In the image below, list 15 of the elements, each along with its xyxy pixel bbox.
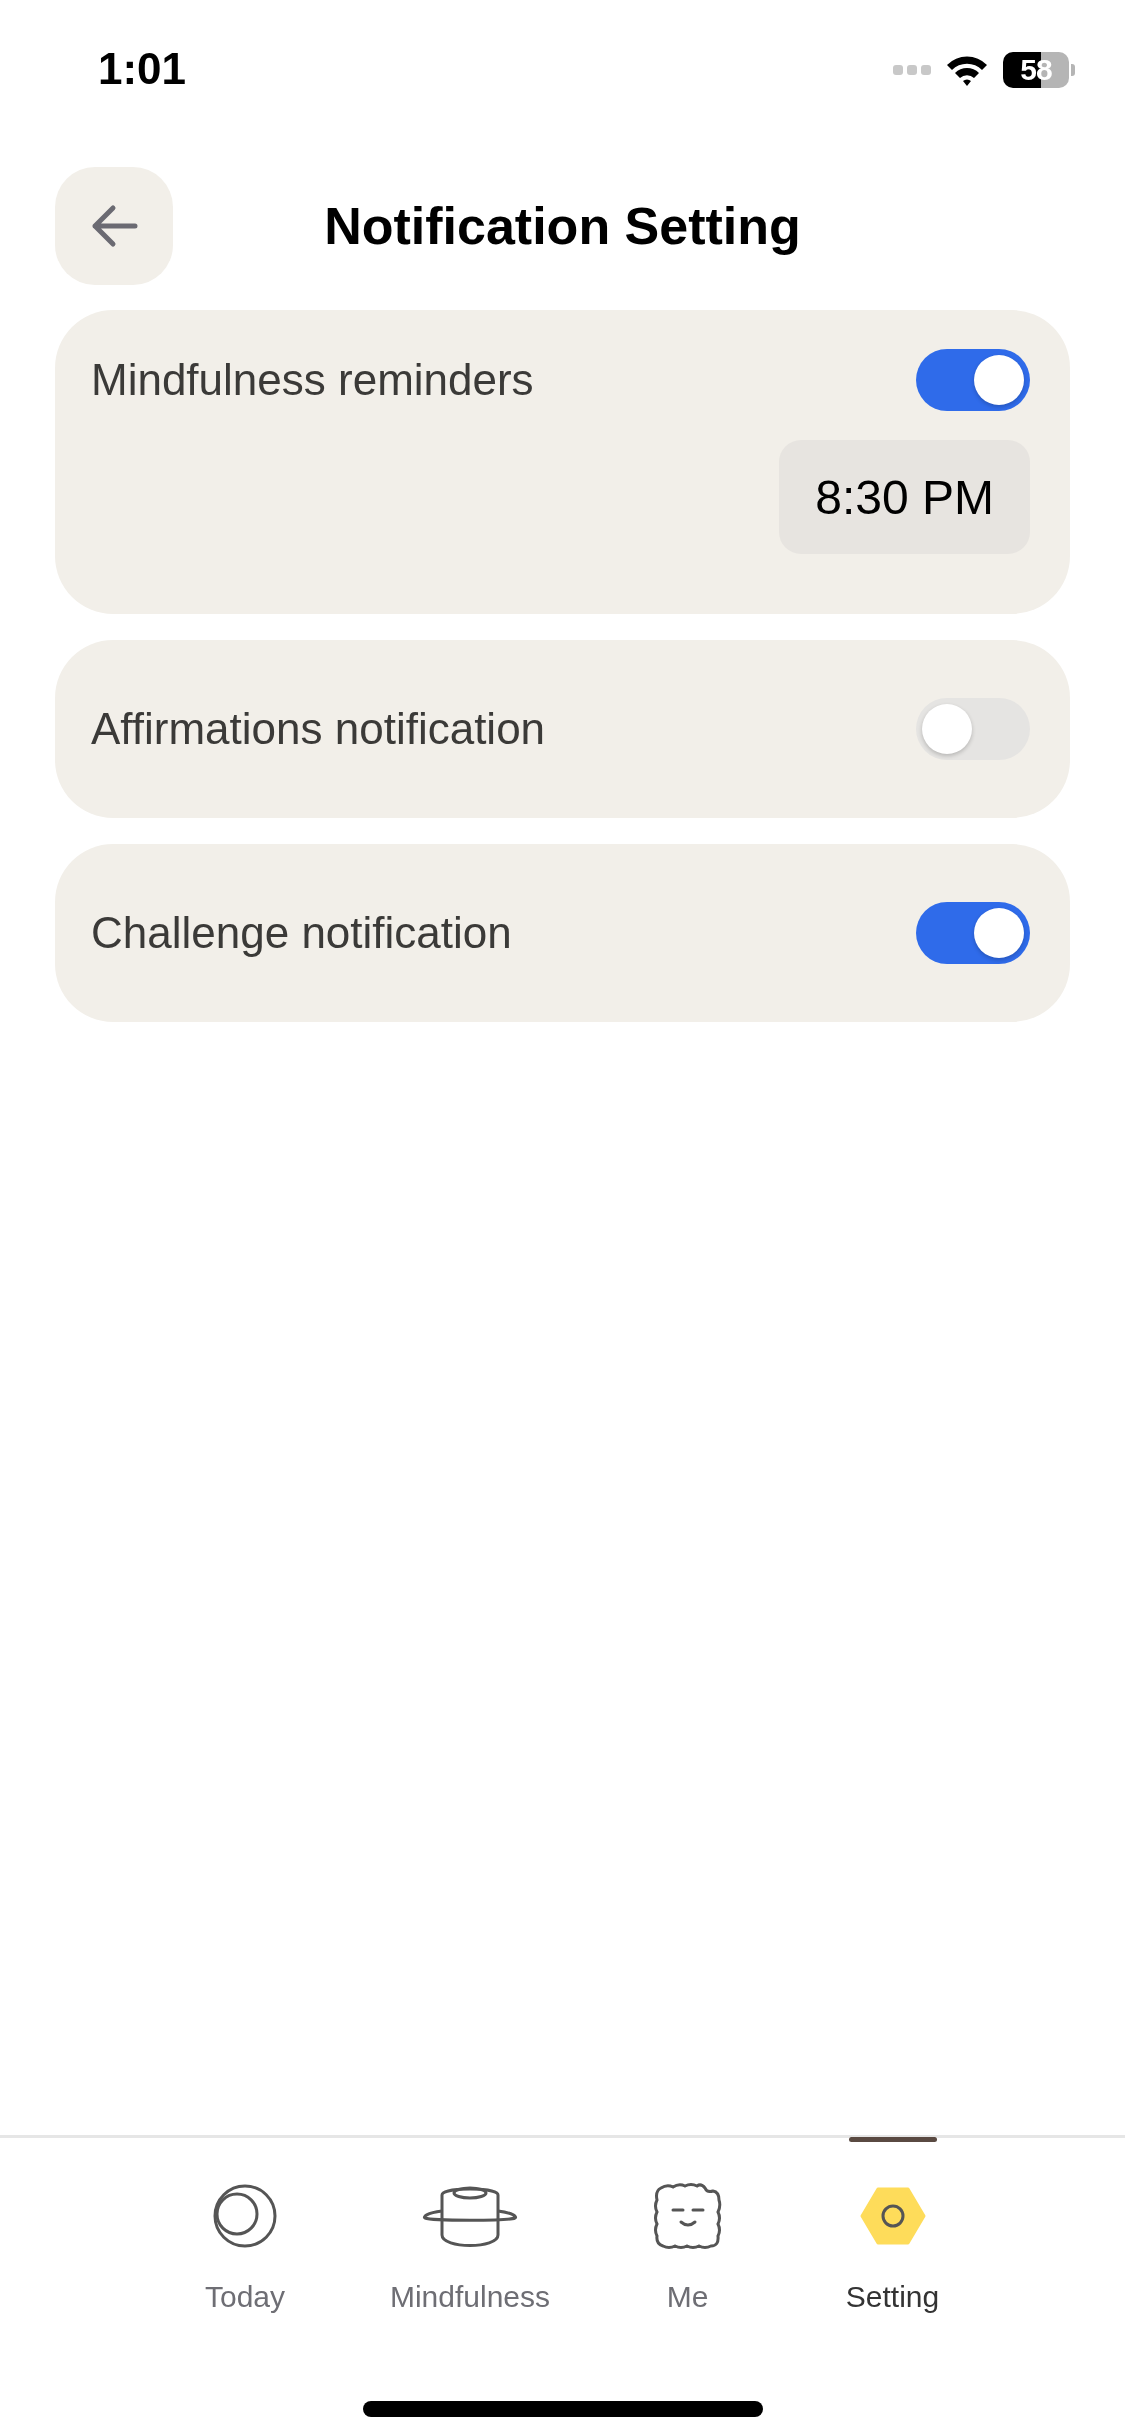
back-button[interactable] xyxy=(55,167,173,285)
smiling-cookie-icon xyxy=(652,2182,723,2250)
time-picker[interactable]: 8:30 PM xyxy=(779,440,1030,554)
tab-item[interactable]: Me xyxy=(587,2138,788,2315)
setting-label: Challenge notification xyxy=(91,908,512,958)
page-title: Notification Setting xyxy=(324,196,801,256)
tab-item[interactable]: Today xyxy=(137,2138,353,2315)
setting-label: Affirmations notification xyxy=(91,704,546,754)
hexagon-icon xyxy=(859,2187,926,2245)
status-time: 1:01 xyxy=(98,44,187,94)
crescent-circle-icon xyxy=(212,2183,278,2249)
setting-label: Mindfulness reminders xyxy=(91,355,534,405)
tab-item[interactable]: Mindfulness xyxy=(352,2138,588,2315)
signal-dots-icon xyxy=(893,65,931,75)
tab-item[interactable]: Setting xyxy=(787,2138,998,2315)
